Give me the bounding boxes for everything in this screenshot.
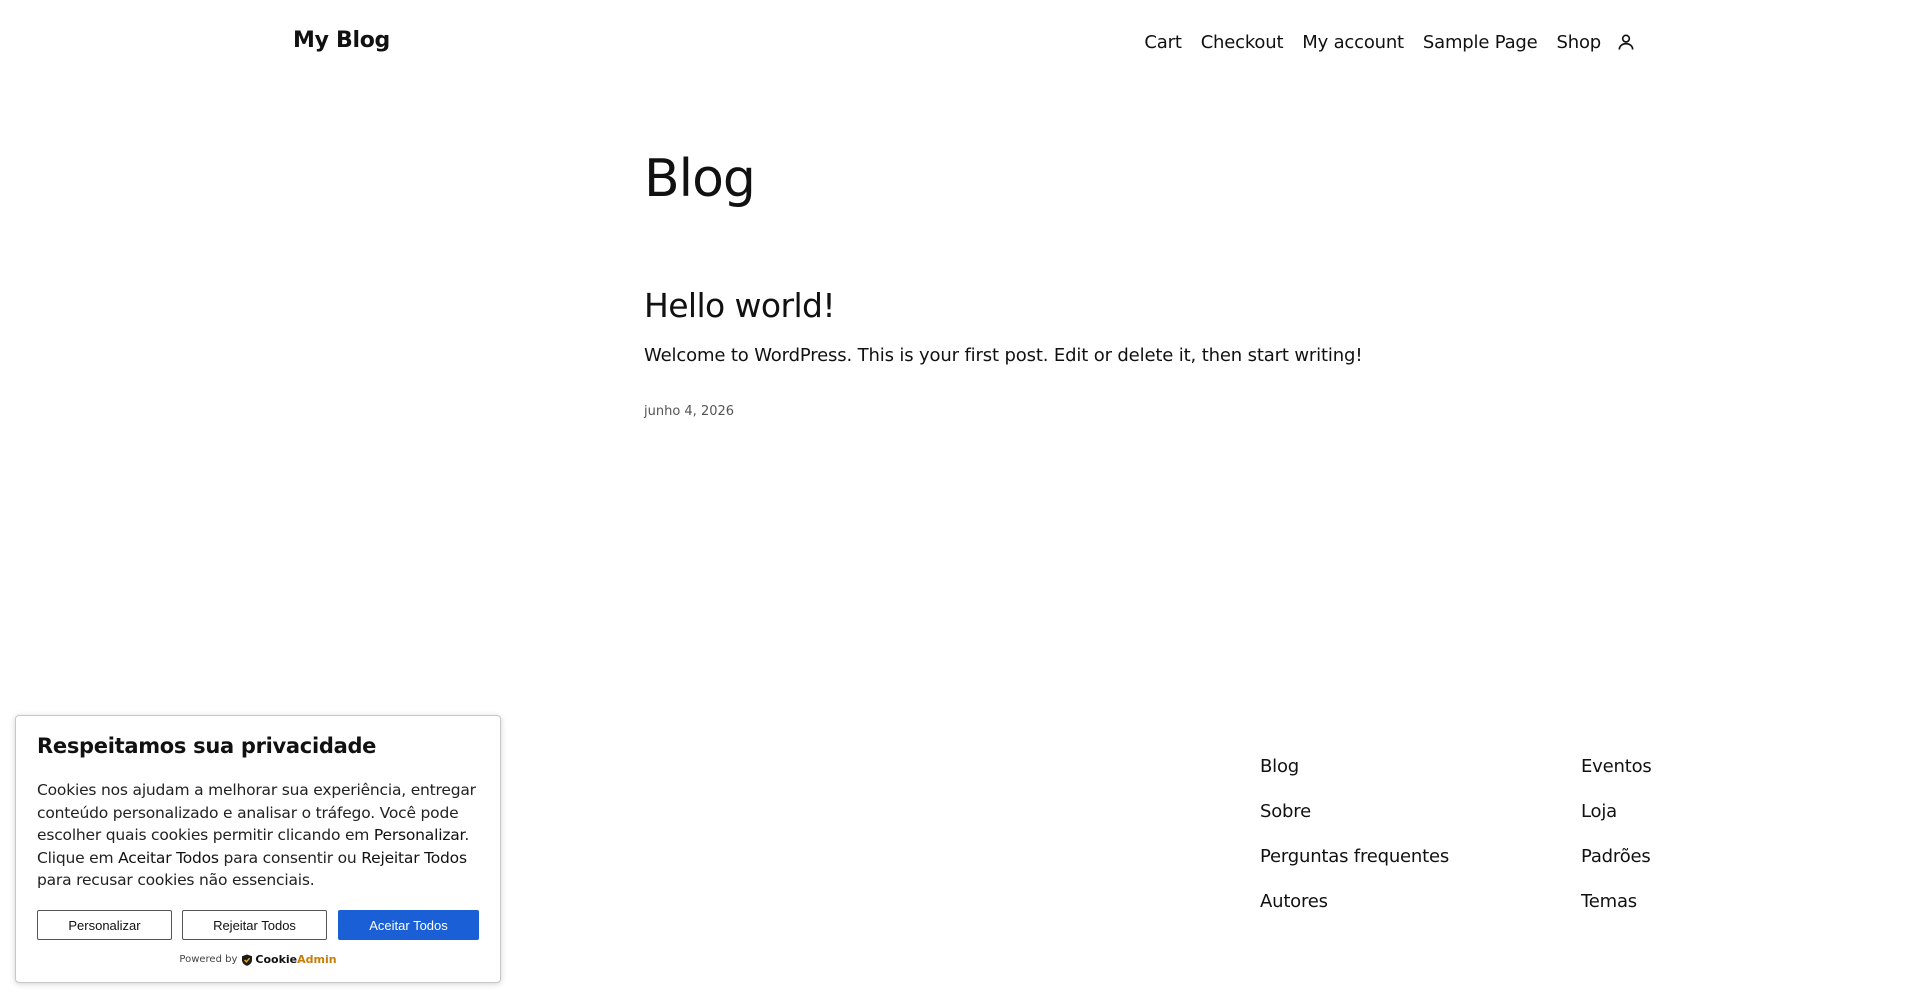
post-date: junho 4, 2026: [644, 403, 735, 419]
powered-by-label: Powered by: [179, 954, 238, 965]
cookie-consent-banner: Respeitamos sua privacidade Cookies nos …: [15, 715, 501, 983]
footer-links-column-2: Eventos Loja Padrões Temas: [1581, 756, 1652, 936]
site-header: My Blog Cart Checkout My account Sample …: [0, 0, 1920, 86]
nav-my-account[interactable]: My account: [1302, 32, 1404, 53]
post-title: Hello world!: [644, 286, 1544, 325]
footer-link-sobre[interactable]: Sobre: [1260, 801, 1449, 846]
footer-link-autores[interactable]: Autores: [1260, 891, 1449, 936]
user-icon[interactable]: [1615, 31, 1637, 53]
cookie-text-part: para recusar cookies não essenciais.: [37, 871, 315, 889]
cookie-text-accept: Aceitar Todos: [118, 848, 219, 867]
cookie-buttons: Personalizar Rejeitar Todos Aceitar Todo…: [37, 910, 479, 940]
cookie-text-reject: Rejeitar Todos: [361, 848, 467, 867]
site-title[interactable]: My Blog: [293, 28, 390, 53]
nav-sample-page[interactable]: Sample Page: [1423, 32, 1538, 53]
main-content: Blog Hello world! Welcome to WordPress. …: [644, 149, 1544, 419]
footer-link-padroes[interactable]: Padrões: [1581, 846, 1652, 891]
cookie-text-part: para consentir ou: [218, 848, 362, 867]
nav-shop[interactable]: Shop: [1557, 32, 1602, 53]
cookie-banner-title: Respeitamos sua privacidade: [37, 734, 377, 758]
brand-part: Cookie: [255, 953, 298, 966]
main-navigation: Cart Checkout My account Sample Page Sho…: [1125, 31, 1637, 53]
page-title: Blog: [644, 149, 756, 209]
cookieadmin-logo[interactable]: CookieAdmin: [255, 953, 336, 966]
cookie-banner-text: Cookies nos ajudam a melhorar sua experi…: [37, 779, 487, 892]
footer-link-temas[interactable]: Temas: [1581, 891, 1652, 936]
cookie-text-customize: Personalizar: [373, 826, 465, 844]
footer-link-eventos[interactable]: Eventos: [1581, 756, 1652, 801]
shield-icon: [241, 954, 253, 966]
footer-link-faq[interactable]: Perguntas frequentes: [1260, 846, 1449, 891]
brand-part-accent: Admin: [297, 953, 337, 966]
nav-cart[interactable]: Cart: [1144, 32, 1181, 53]
post-item: Hello world! Welcome to WordPress. This …: [644, 286, 1544, 419]
powered-by: Powered by CookieAdmin: [16, 953, 500, 966]
accept-all-button[interactable]: Aceitar Todos: [338, 910, 479, 940]
post-excerpt: Welcome to WordPress. This is your first…: [644, 344, 1363, 366]
footer-links-column-1: Blog Sobre Perguntas frequentes Autores: [1260, 756, 1449, 936]
footer-link-loja[interactable]: Loja: [1581, 801, 1652, 846]
reject-all-button[interactable]: Rejeitar Todos: [182, 910, 327, 940]
customize-button[interactable]: Personalizar: [37, 910, 172, 940]
nav-checkout[interactable]: Checkout: [1201, 32, 1284, 53]
post-title-link[interactable]: Hello world!: [644, 286, 836, 325]
footer-link-blog[interactable]: Blog: [1260, 756, 1449, 801]
